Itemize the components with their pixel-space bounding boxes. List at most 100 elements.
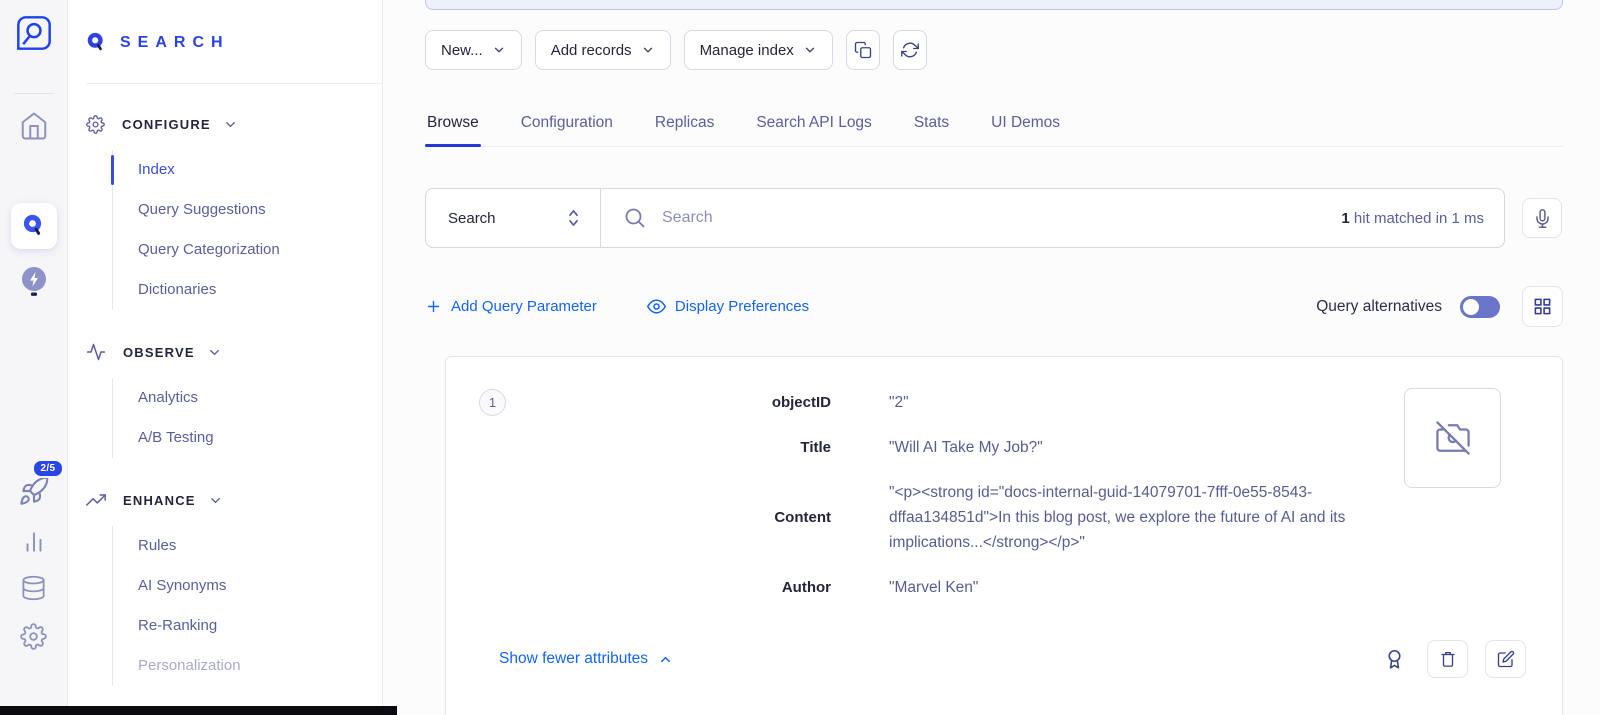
settings-gear-icon[interactable] — [20, 623, 47, 650]
attribute-label-title: Title — [446, 435, 831, 460]
tab-browse[interactable]: Browse — [425, 104, 481, 146]
attribute-label-content: Content — [446, 505, 831, 530]
section-enhance-header[interactable]: ENHANCE — [86, 488, 382, 512]
delete-record-button[interactable] — [1427, 640, 1468, 678]
enhance-items: Rules AI Synonyms Re-Ranking Personaliza… — [112, 526, 382, 686]
manage-index-label: Manage index — [700, 42, 794, 59]
index-header-cutoff — [425, 0, 1563, 10]
tab-configuration[interactable]: Configuration — [519, 104, 615, 146]
new-button[interactable]: New... — [425, 30, 522, 70]
search-stats: 1 hit matched in 1 ms — [1341, 210, 1484, 227]
algolia-logo-icon[interactable] — [15, 14, 53, 52]
search-product-tile[interactable] — [11, 203, 57, 249]
display-preferences-label: Display Preferences — [675, 298, 809, 315]
add-query-parameter-link[interactable]: Add Query Parameter — [425, 298, 597, 315]
chevron-down-icon — [492, 43, 506, 57]
chevron-down-icon — [208, 493, 223, 508]
sidebar-item-analytics[interactable]: Analytics — [113, 378, 382, 418]
chevron-down-icon — [223, 117, 238, 132]
section-enhance-label: ENHANCE — [123, 493, 196, 508]
configure-items: Index Query Suggestions Query Categoriza… — [112, 150, 382, 310]
new-button-label: New... — [441, 42, 483, 59]
sidebar-item-index[interactable]: Index — [113, 150, 382, 190]
add-records-button[interactable]: Add records — [535, 30, 671, 70]
analytics-bars-icon[interactable] — [21, 529, 47, 555]
app-icon-rail: 2/5 — [0, 0, 68, 715]
tab-ui-demos[interactable]: UI Demos — [989, 104, 1062, 146]
search-header-icon — [86, 32, 107, 53]
award-ribbon-icon — [1384, 649, 1405, 670]
display-preferences-link[interactable]: Display Preferences — [647, 297, 809, 316]
sidebar-item-personalization[interactable]: Personalization — [113, 646, 382, 686]
index-toolbar: New... Add records Manage index — [425, 30, 1563, 70]
section-observe-label: OBSERVE — [123, 345, 195, 360]
sidebar-nav: CONFIGURE Index Query Suggestions Query … — [86, 84, 382, 686]
sidebar-item-re-ranking[interactable]: Re-Ranking — [113, 606, 382, 646]
home-icon[interactable] — [19, 111, 49, 141]
sidebar-item-dictionaries[interactable]: Dictionaries — [113, 270, 382, 310]
sidebar-item-ab-testing[interactable]: A/B Testing — [113, 418, 382, 458]
copy-icon — [854, 41, 872, 59]
query-alternatives-label: Query alternatives — [1316, 298, 1442, 316]
edit-record-button[interactable] — [1485, 640, 1526, 678]
search-row: Search 1 hit matched in 1 ms — [425, 188, 1563, 248]
hit-attributes: objectID "2" Title "Will AI Take My Job?… — [446, 390, 1562, 600]
recommend-icon[interactable] — [18, 265, 50, 299]
hit-image-placeholder — [1404, 388, 1501, 488]
sidebar-item-rules[interactable]: Rules — [113, 526, 382, 566]
bottom-cutoff-strip — [0, 706, 397, 715]
search-input-wrap: 1 hit matched in 1 ms — [601, 189, 1504, 247]
show-fewer-attributes-link[interactable]: Show fewer attributes — [499, 650, 673, 668]
ranking-info-button[interactable] — [1384, 649, 1405, 670]
chevron-updown-icon — [565, 207, 582, 229]
chevron-down-icon — [803, 43, 817, 57]
show-fewer-label: Show fewer attributes — [499, 650, 648, 668]
main-content: New... Add records Manage index — [383, 0, 1600, 715]
search-mode-select[interactable]: Search — [426, 189, 601, 247]
voice-search-button[interactable] — [1522, 198, 1562, 238]
sidebar-item-ai-synonyms[interactable]: AI Synonyms — [113, 566, 382, 606]
manage-index-button[interactable]: Manage index — [684, 30, 833, 70]
copy-index-button[interactable] — [846, 30, 880, 70]
hit-count-text: hit matched in 1 ms — [1350, 210, 1484, 227]
refresh-button[interactable] — [893, 30, 927, 70]
observe-items: Analytics A/B Testing — [112, 378, 382, 458]
query-options-row: Add Query Parameter Display Preferences … — [425, 286, 1563, 327]
layout-grid-button[interactable] — [1522, 286, 1563, 327]
section-observe: OBSERVE Analytics A/B Testing — [86, 340, 382, 458]
attribute-value-objectid: "2" — [889, 390, 1411, 415]
data-sources-icon[interactable] — [20, 574, 47, 602]
observe-activity-icon — [86, 342, 106, 362]
chevron-down-icon — [207, 345, 222, 360]
section-configure-label: CONFIGURE — [122, 117, 211, 132]
section-observe-header[interactable]: OBSERVE — [86, 340, 382, 364]
tab-replicas[interactable]: Replicas — [653, 104, 716, 146]
query-alternatives-toggle[interactable] — [1460, 296, 1500, 318]
edit-icon — [1497, 650, 1515, 668]
usage-badge: 2/5 — [32, 459, 65, 478]
enhance-trending-up-icon — [86, 490, 106, 510]
sidebar-item-query-suggestions[interactable]: Query Suggestions — [113, 190, 382, 230]
eye-icon — [647, 297, 666, 316]
section-enhance: ENHANCE Rules AI Synonyms Re-Ranking Per… — [86, 488, 382, 686]
configure-gear-icon — [86, 115, 105, 134]
sidebar-item-query-categorization[interactable]: Query Categorization — [113, 230, 382, 270]
tab-search-api-logs[interactable]: Search API Logs — [754, 104, 873, 146]
query-right-group: Query alternatives — [1316, 286, 1563, 327]
section-configure: CONFIGURE Index Query Suggestions Query … — [86, 112, 382, 310]
refresh-icon — [901, 41, 919, 59]
tab-stats[interactable]: Stats — [912, 104, 951, 146]
search-sidebar: SEARCH CONFIGURE Index Query Suggestions — [68, 0, 383, 715]
add-query-parameter-label: Add Query Parameter — [451, 298, 597, 315]
hit-footer: Show fewer attributes — [446, 640, 1562, 678]
search-input[interactable] — [662, 209, 1326, 227]
search-product-icon — [22, 214, 46, 238]
section-configure-header[interactable]: CONFIGURE — [86, 112, 382, 136]
camera-off-icon — [1436, 421, 1470, 455]
attribute-value-content: "<p><strong id="docs-internal-guid-14079… — [889, 480, 1411, 555]
plus-icon — [425, 298, 442, 315]
chevron-down-icon — [641, 43, 655, 57]
upgrade-rocket[interactable]: 2/5 — [18, 475, 50, 507]
grid-icon — [1533, 297, 1552, 316]
rail-divider — [14, 93, 54, 94]
